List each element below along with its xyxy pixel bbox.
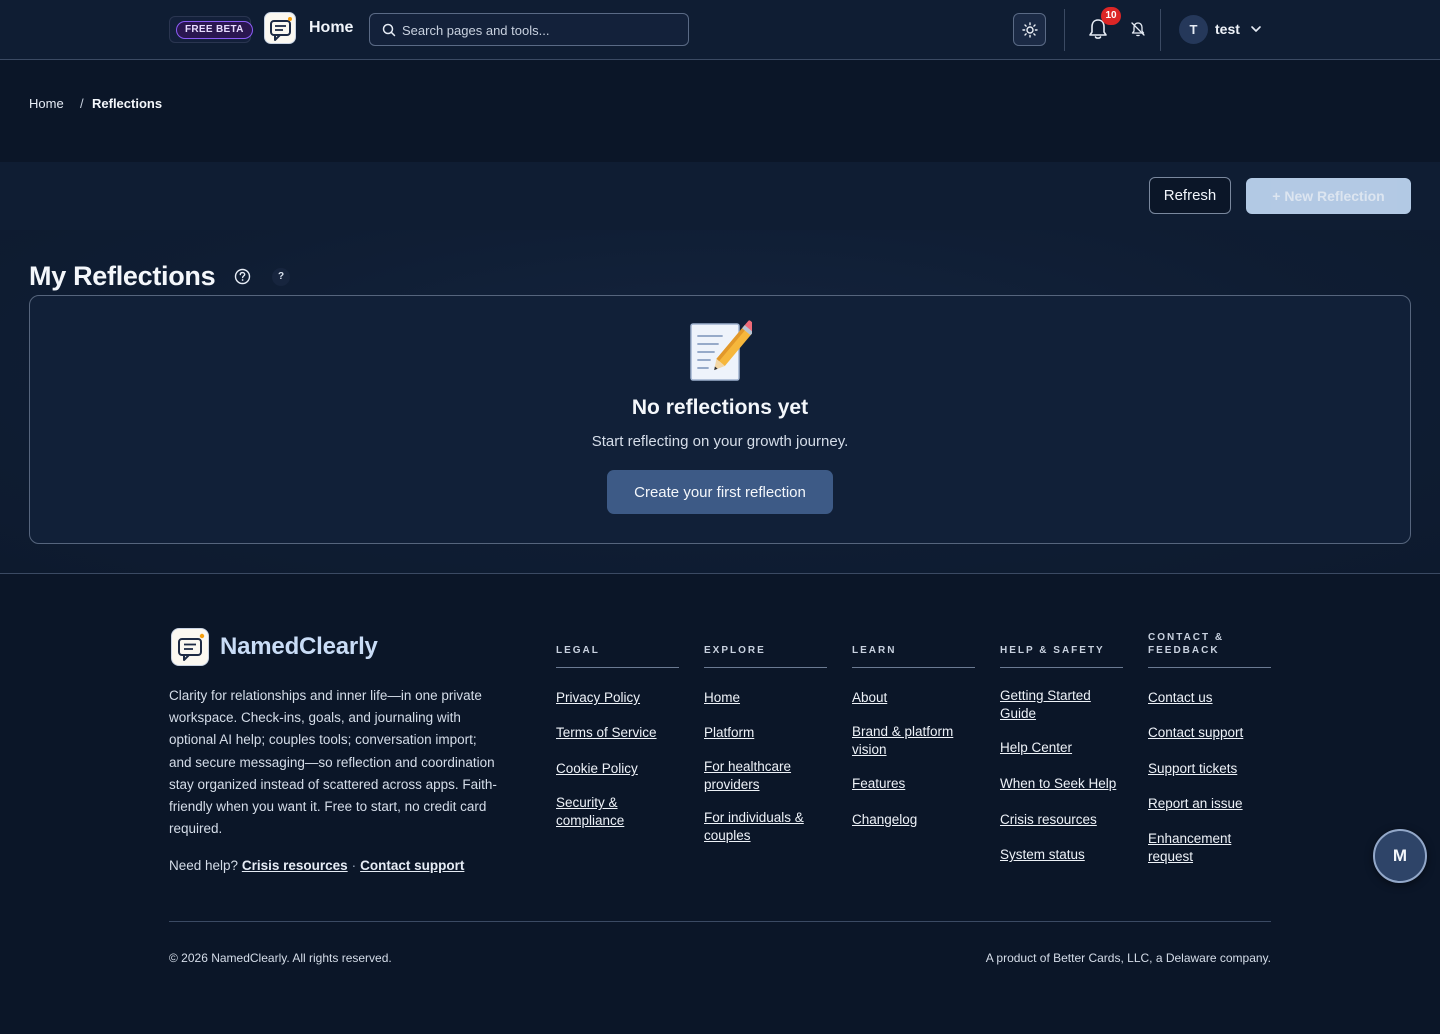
footer-link[interactable]: Report an issue	[1148, 795, 1272, 813]
brand-logo-icon[interactable]	[171, 628, 209, 666]
brand-name[interactable]: NamedClearly	[220, 633, 378, 661]
new-reflection-button[interactable]: + New Reflection	[1246, 178, 1411, 214]
footer-heading-explore: EXPLORE	[704, 645, 766, 656]
need-help-label: Need help?	[169, 858, 239, 873]
footer-link[interactable]: Features	[852, 775, 976, 793]
footer-link[interactable]: About	[852, 689, 976, 707]
search-icon	[382, 23, 396, 37]
page-title: My Reflections	[29, 261, 216, 291]
footer-heading-learn: LEARN	[852, 645, 897, 656]
footer-heading-legal: LEGAL	[556, 645, 600, 656]
footer-link[interactable]: Contact us	[1148, 689, 1272, 707]
footer-heading-help-safety: HELP & SAFETY	[1000, 645, 1105, 656]
theme-toggle-button[interactable]	[1013, 13, 1046, 46]
crisis-resources-link[interactable]: Crisis resources	[242, 858, 348, 873]
bell-off-icon[interactable]	[1130, 21, 1146, 37]
footer-heading-rule	[1000, 667, 1123, 668]
help-circle-icon[interactable]	[234, 268, 251, 285]
footer-divider	[0, 573, 1440, 574]
user-name[interactable]: test	[1215, 21, 1240, 37]
notification-count-badge: 10	[1101, 7, 1121, 25]
breadcrumb-current: Reflections	[92, 96, 163, 111]
divider	[1064, 9, 1065, 51]
footer-link[interactable]: When to Seek Help	[1000, 775, 1124, 793]
empty-state-title: No reflections yet	[631, 396, 809, 419]
beta-badge-container: FREE BETA	[169, 16, 253, 43]
footer-link[interactable]: Help Center	[1000, 739, 1124, 757]
footer-link[interactable]: Contact support	[1148, 724, 1272, 742]
need-help-line: Need help? Crisis resources · Contact supp…	[169, 858, 464, 873]
footer-heading-rule	[1148, 667, 1271, 668]
footer-link[interactable]: Crisis resources	[1000, 811, 1124, 829]
footer-heading-rule	[556, 667, 679, 668]
footer-link[interactable]: Cookie Policy	[556, 760, 680, 778]
footer-link[interactable]: Platform	[704, 724, 828, 742]
footer-link[interactable]: For individuals & couples	[704, 809, 814, 845]
divider	[1160, 9, 1161, 51]
footer-heading-contact-feedback: CONTACT & FEEDBACK	[1148, 632, 1225, 656]
footer-link[interactable]: Home	[704, 689, 828, 707]
search-box[interactable]	[369, 13, 689, 46]
chevron-down-icon[interactable]	[1250, 24, 1262, 34]
empty-state-subtitle: Start reflecting on your growth journey.	[591, 433, 849, 450]
create-first-reflection-button[interactable]: Create your first reflection	[607, 470, 833, 514]
footer-link[interactable]: Terms of Service	[556, 724, 680, 742]
user-avatar[interactable]: T	[1179, 15, 1208, 44]
footer-link[interactable]: Brand & platform vision	[852, 723, 964, 759]
footer-link[interactable]: System status	[1000, 846, 1124, 864]
top-bar: FREE BETA Home Search pages and tools...…	[0, 0, 1440, 60]
contact-support-link[interactable]: Contact support	[360, 858, 464, 873]
footer-heading-rule	[704, 667, 827, 668]
footer-link[interactable]: For healthcare providers	[704, 758, 814, 794]
breadcrumb-separator: /	[80, 96, 84, 111]
help-tooltip-button[interactable]: ?	[272, 268, 290, 286]
memo-pencil-icon	[690, 320, 752, 381]
footer-heading-rule	[852, 667, 975, 668]
floating-assistant-button[interactable]: M	[1373, 829, 1427, 883]
footer-bottom-divider	[169, 921, 1271, 922]
search-input[interactable]	[402, 20, 682, 40]
separator-dot: ·	[351, 858, 357, 873]
footer-link[interactable]: Enhancement request	[1148, 830, 1244, 866]
app-logo-icon[interactable]	[264, 12, 296, 44]
company-text: A product of Better Cards, LLC, a Delawa…	[985, 951, 1271, 965]
beta-badge: FREE BETA	[176, 21, 253, 39]
breadcrumb-home-link[interactable]: Home	[29, 96, 64, 111]
footer-link[interactable]: Changelog	[852, 811, 976, 829]
brand-description: Clarity for relationships and inner life…	[169, 688, 497, 837]
footer-link[interactable]: Privacy Policy	[556, 689, 680, 707]
footer-link[interactable]: Getting Started Guide	[1000, 687, 1100, 723]
footer-link[interactable]: Support tickets	[1148, 760, 1272, 778]
sun-icon	[1022, 22, 1038, 38]
refresh-button[interactable]: Refresh	[1149, 177, 1231, 214]
home-link[interactable]: Home	[309, 19, 353, 37]
copyright-text: © 2026 NamedClearly. All rights reserved…	[169, 951, 392, 965]
footer-link[interactable]: Security & compliance	[556, 794, 652, 830]
